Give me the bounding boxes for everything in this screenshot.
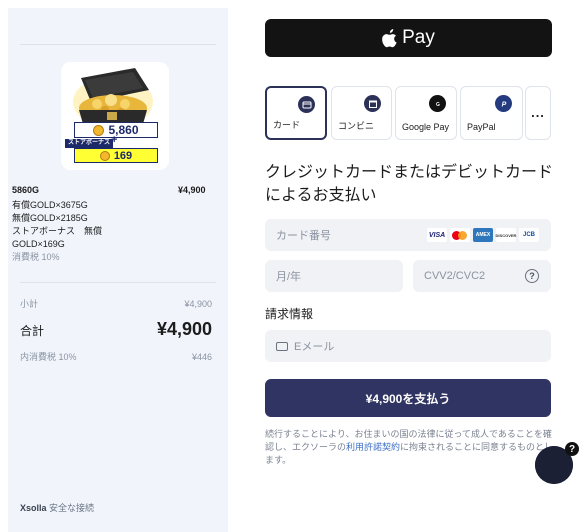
secure-text: 安全な接続 — [49, 503, 95, 513]
method-more[interactable]: ... — [525, 86, 551, 140]
tax-note: 消費税 10% — [12, 252, 60, 262]
bundle-item: ストアボーナス 無償GOLD×169G — [12, 226, 103, 249]
subtotal-row: 小計 ¥4,900 — [20, 297, 212, 310]
amex-icon: AMEX — [473, 228, 493, 242]
bundle-name: 5860G — [12, 185, 40, 195]
method-paypal[interactable]: P PayPal — [460, 86, 523, 140]
coin-icon — [93, 124, 105, 136]
method-card[interactable]: カード — [265, 86, 327, 140]
more-icon: ... — [531, 105, 545, 120]
subtotal-label: 小計 — [20, 299, 39, 309]
apple-icon — [382, 28, 397, 47]
pay-button[interactable]: ¥4,900を支払う — [265, 379, 551, 417]
discover-icon: DISCOVER — [496, 228, 516, 242]
method-konbini[interactable]: コンビニ — [331, 86, 392, 140]
expiry-placeholder: 月/年 — [276, 271, 302, 283]
expiry-field[interactable]: 月/年 — [265, 260, 403, 292]
google-pay-icon: G — [429, 95, 446, 112]
chatbot-help-badge[interactable]: ? — [565, 442, 579, 456]
product-image: 5,860 ストアボーナス + 169 — [61, 62, 169, 170]
secure-connection: Xsolla 安全な接続 — [20, 501, 94, 514]
summary-divider — [20, 282, 216, 283]
tax-value: ¥446 — [191, 352, 212, 362]
apple-pay-button[interactable]: Pay — [265, 19, 552, 57]
summary-top-divider — [20, 44, 216, 45]
help-icon[interactable]: ? — [525, 269, 539, 283]
total-value: ¥4,900 — [156, 319, 212, 339]
card-number-field[interactable]: カード番号 VISA AMEX DISCOVER JCB — [265, 219, 551, 251]
cvv-field[interactable]: CVV2/CVC2 ? — [413, 260, 551, 292]
plus-sign: + — [111, 134, 118, 146]
method-konbini-label: コンビニ — [338, 121, 375, 131]
total-label: 合計 — [20, 324, 45, 338]
svg-text:G: G — [436, 102, 440, 108]
mastercard-icon — [450, 228, 470, 242]
card-brands: VISA AMEX DISCOVER JCB — [427, 228, 539, 242]
xsolla-logo: Xsolla — [20, 503, 47, 513]
license-agreement-link[interactable]: 利用許諾契約 — [346, 442, 400, 452]
billing-title: 請求情報 — [265, 307, 314, 321]
method-google-pay[interactable]: G Google Pay — [395, 86, 457, 140]
card-number-placeholder: カード番号 — [276, 230, 331, 242]
subtotal-value: ¥4,900 — [184, 299, 212, 309]
paypal-icon: P — [495, 95, 512, 112]
svg-text:P: P — [501, 101, 506, 108]
store-icon — [364, 95, 381, 112]
legal-text: 続行することにより、お住まいの国の法律に従って成人であることを確認し、エクソーラ… — [265, 428, 557, 467]
payment-heading: クレジットカードまたはデビットカードによるお支払い — [265, 164, 554, 204]
bonus-banner: 169 — [74, 148, 158, 163]
method-card-label: カード — [273, 120, 301, 130]
bonus-label: ストアボーナス — [65, 139, 114, 148]
mail-icon — [276, 341, 288, 351]
jcb-icon: JCB — [519, 228, 539, 242]
coin-icon — [99, 150, 110, 161]
bundle-price: ¥4,900 — [178, 185, 206, 195]
method-google-pay-label: Google Pay — [402, 122, 450, 132]
total-row: 合計 ¥4,900 — [20, 319, 212, 340]
card-icon — [298, 96, 315, 113]
bonus-amount-text: 169 — [113, 149, 133, 162]
cvv-placeholder: CVV2/CVC2 — [424, 270, 486, 282]
email-placeholder: Eメール — [294, 341, 335, 353]
tax-row: 内消費税 10% ¥446 — [20, 350, 212, 363]
apple-pay-label: Pay — [402, 27, 435, 48]
method-paypal-label: PayPal — [467, 122, 496, 132]
tax-label: 内消費税 10% — [20, 352, 77, 362]
bundle-item: 無償GOLD×2185G — [12, 213, 88, 223]
bundle-items: 有償GOLD×3675G 無償GOLD×2185G ストアボーナス 無償GOLD… — [12, 199, 202, 264]
email-field[interactable]: Eメール — [265, 330, 551, 362]
visa-icon: VISA — [427, 228, 447, 242]
bundle-item: 有償GOLD×3675G — [12, 200, 88, 210]
